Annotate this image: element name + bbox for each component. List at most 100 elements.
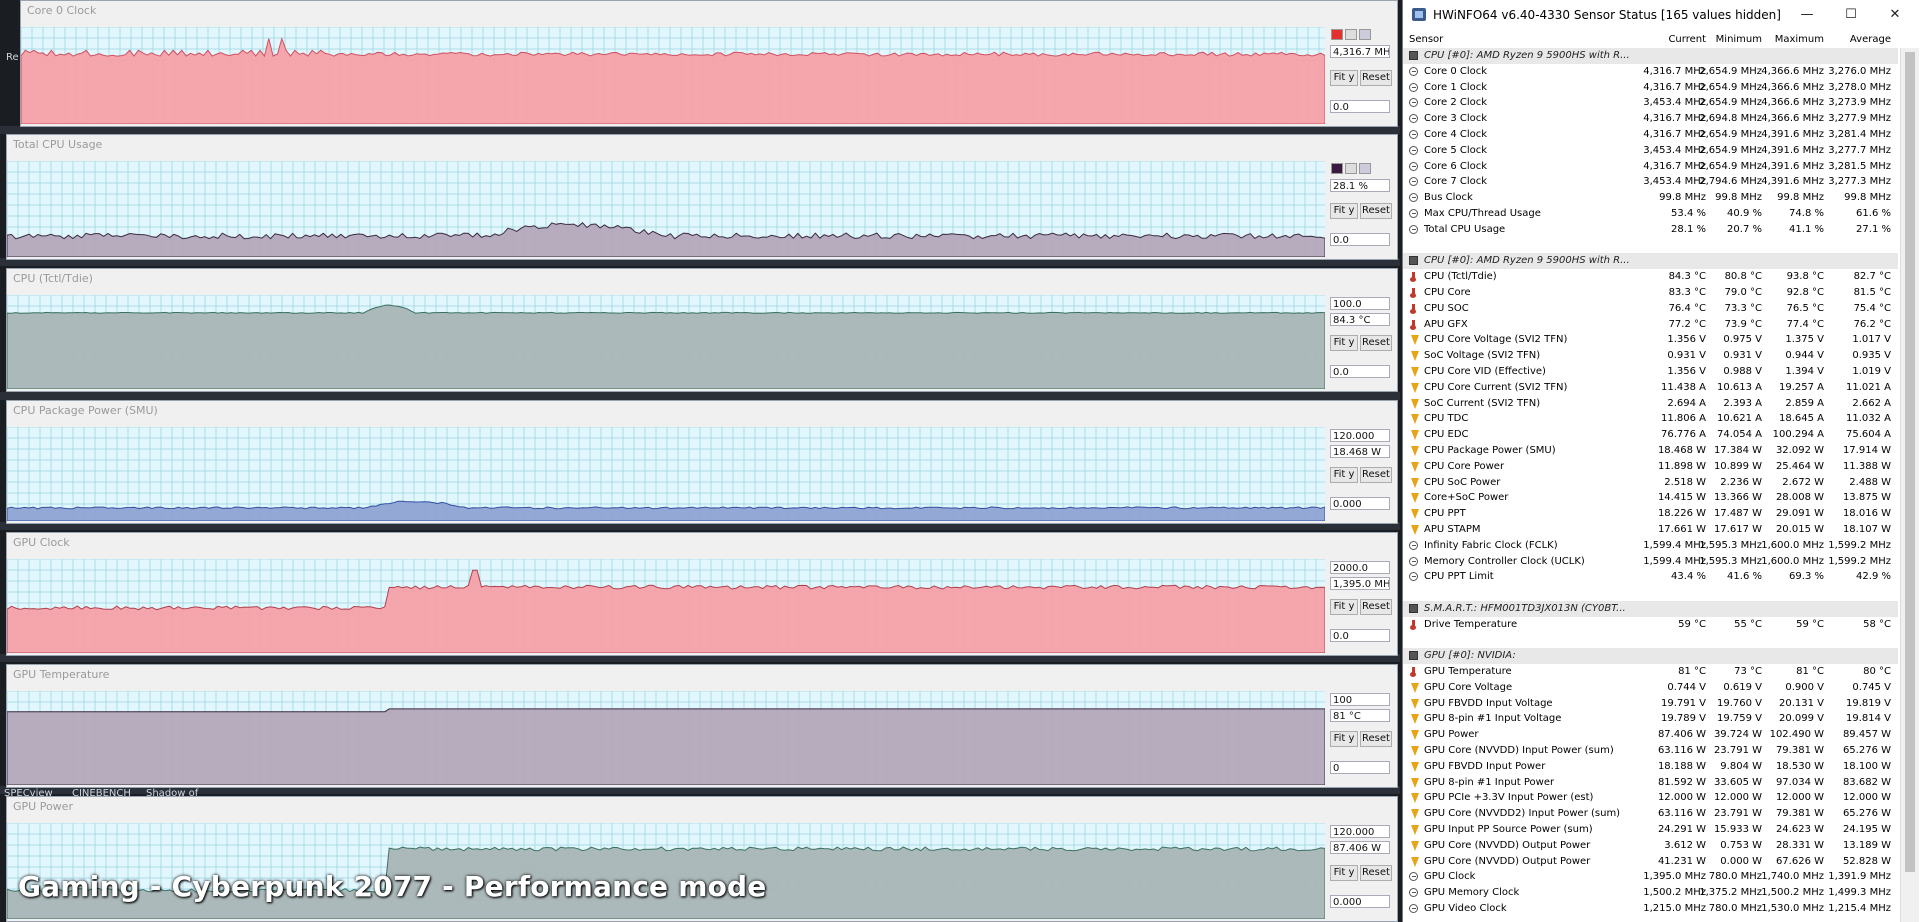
graph-window[interactable]: CPU (Tctl/Tdie) 100.0 84.3 °C Fit y Reset 0.0 — [6, 268, 1398, 392]
graph-min-value[interactable]: 0 — [1330, 761, 1390, 774]
color-swatches[interactable] — [1331, 163, 1389, 176]
fit-y-button[interactable]: Fit y — [1330, 335, 1358, 351]
graph-window[interactable]: Total CPU Usage 28.1 % Fit y Reset 0.0 — [6, 134, 1398, 260]
fit-y-button[interactable]: Fit y — [1330, 70, 1358, 86]
sensor-row[interactable]: GPU Memory Clock 1,500.2 MHz 1,375.2 MHz 1,… — [1403, 885, 1898, 901]
graph-max-value[interactable]: 120.000 — [1330, 429, 1390, 442]
sensor-row[interactable]: APU STAPM 17.661 W 17.617 W 20.015 W 18.107 … — [1403, 522, 1898, 538]
color-swatch[interactable] — [1359, 163, 1371, 174]
fit-y-button[interactable]: Fit y — [1330, 865, 1358, 881]
column-header-maximum[interactable]: Maximum — [1775, 34, 1824, 45]
title-bar[interactable]: HWiNFO64 v6.40-4330 Sensor Status [165 v… — [1403, 0, 1920, 30]
graph-window[interactable]: GPU Temperature 100 81 °C Fit y Reset 0 — [6, 664, 1398, 788]
sensor-row[interactable]: GPU Clock 1,395.0 MHz 780.0 MHz 1,740.0 MHz… — [1403, 869, 1898, 885]
column-header-current[interactable]: Current — [1668, 34, 1706, 45]
sensor-row[interactable]: GPU Input PP Source Power (sum) 24.291 W 1… — [1403, 822, 1898, 838]
column-header-average[interactable]: Average — [1850, 34, 1891, 45]
graph-max-value[interactable]: 100 — [1330, 693, 1390, 706]
sensor-row[interactable]: Max CPU/Thread Usage 53.4 % 40.9 % 74.8 % 61… — [1403, 206, 1898, 222]
sensor-row[interactable]: CPU PPT Limit 43.4 % 41.6 % 69.3 % 42.9 % — [1403, 569, 1898, 585]
sensor-row[interactable]: Core 1 Clock 4,316.7 MHz 2,654.9 MHz 4,366.… — [1403, 80, 1898, 96]
sensor-row[interactable]: Core 0 Clock 4,316.7 MHz 2,654.9 MHz 4,366.… — [1403, 64, 1898, 80]
sensor-row[interactable]: Drive Temperature 59 °C 55 °C 59 °C 58 °C — [1403, 617, 1898, 633]
sensor-row[interactable]: CPU Core Current (SVI2 TFN) 11.438 A 10.61… — [1403, 380, 1898, 396]
graph-min-value[interactable]: 0.000 — [1330, 497, 1390, 510]
vertical-scrollbar[interactable] — [1900, 48, 1919, 922]
sensor-row[interactable]: CPU Core VID (Effective) 1.356 V 0.988 V 1.… — [1403, 364, 1898, 380]
close-button[interactable]: ✕ — [1877, 4, 1913, 26]
color-swatch[interactable] — [1345, 163, 1357, 174]
column-header-sensor[interactable]: Sensor — [1409, 34, 1443, 45]
fit-y-button[interactable]: Fit y — [1330, 731, 1358, 747]
reset-button[interactable]: Reset — [1360, 203, 1392, 219]
reset-button[interactable]: Reset — [1360, 865, 1392, 881]
sensor-row[interactable]: GPU FBVDD Input Power 18.188 W 9.804 W 18.5… — [1403, 759, 1898, 775]
sensor-row[interactable]: SoC Current (SVI2 TFN) 2.694 A 2.393 A 2.85… — [1403, 396, 1898, 412]
sensor-row[interactable]: GPU FBVDD Input Voltage 19.791 V 19.760 V 2… — [1403, 696, 1898, 712]
graph-min-value[interactable]: 0.0 — [1330, 233, 1390, 246]
sensor-row[interactable]: Total CPU Usage 28.1 % 20.7 % 41.1 % 27.1 % — [1403, 222, 1898, 238]
color-swatch[interactable] — [1331, 163, 1343, 174]
graph-max-value[interactable]: 2000.0 — [1330, 561, 1390, 574]
sensor-row[interactable]: Memory Controller Clock (UCLK) 1,599.4 MH… — [1403, 554, 1898, 570]
sensor-row[interactable]: GPU Temperature 81 °C 73 °C 81 °C 80 °C — [1403, 664, 1898, 680]
sensor-row[interactable]: Core 4 Clock 4,316.7 MHz 2,654.9 MHz 4,391.… — [1403, 127, 1898, 143]
sensor-row[interactable]: GPU Core Voltage 0.744 V 0.619 V 0.900 V 0.7… — [1403, 680, 1898, 696]
graph-max-value[interactable]: 120.000 — [1330, 825, 1390, 838]
reset-button[interactable]: Reset — [1360, 70, 1392, 86]
sensor-row[interactable]: Core+SoC Power 14.415 W 13.366 W 28.008 W 13… — [1403, 490, 1898, 506]
minimize-button[interactable]: — — [1789, 4, 1825, 26]
sensor-row[interactable]: GPU Core (NVVDD) Input Power (sum) 63.116… — [1403, 743, 1898, 759]
graph-window[interactable]: Core 0 Clock 4,316.7 MHz Fit y Reset 0.0 — [20, 0, 1398, 127]
sensor-row[interactable]: SoC Voltage (SVI2 TFN) 0.931 V 0.931 V 0.94… — [1403, 348, 1898, 364]
sensor-row[interactable]: GPU Power 87.406 W 39.724 W 102.490 W 89.457… — [1403, 727, 1898, 743]
graph-window[interactable]: GPU Clock 2000.0 1,395.0 MHz Fit y Reset 0.0 — [6, 532, 1398, 656]
sensor-row[interactable]: CPU EDC 76.776 A 74.054 A 100.294 A 75.604 A — [1403, 427, 1898, 443]
sensor-group-header[interactable]: CPU [#0]: AMD Ryzen 9 5900HS with R... — [1403, 253, 1898, 270]
reset-button[interactable]: Reset — [1360, 599, 1392, 615]
fit-y-button[interactable]: Fit y — [1330, 203, 1358, 219]
graph-max-value[interactable]: 100.0 — [1330, 297, 1390, 310]
sensor-row[interactable]: Bus Clock 99.8 MHz 99.8 MHz 99.8 MHz 99.8 MH… — [1403, 190, 1898, 206]
color-swatch[interactable] — [1359, 29, 1371, 40]
color-swatches[interactable] — [1331, 29, 1389, 42]
column-header-minimum[interactable]: Minimum — [1716, 34, 1762, 45]
reset-button[interactable]: Reset — [1360, 335, 1392, 351]
sensor-row[interactable]: GPU Core (NVVDD) Output Power 3.612 W 0.75… — [1403, 838, 1898, 854]
maximize-button[interactable]: ☐ — [1833, 4, 1869, 26]
sensor-row[interactable]: Core 6 Clock 4,316.7 MHz 2,654.9 MHz 4,391.… — [1403, 159, 1898, 175]
sensor-row[interactable]: CPU Package Power (SMU) 18.468 W 17.384 W 3… — [1403, 443, 1898, 459]
sensor-row[interactable]: Infinity Fabric Clock (FCLK) 1,599.4 MHz 1… — [1403, 538, 1898, 554]
reset-button[interactable]: Reset — [1360, 731, 1392, 747]
sensor-row[interactable]: GPU Video Clock 1,215.0 MHz 780.0 MHz 1,530… — [1403, 901, 1898, 917]
graph-min-value[interactable]: 0.0 — [1330, 365, 1390, 378]
sensor-row[interactable]: Core 3 Clock 4,316.7 MHz 2,694.8 MHz 4,366.… — [1403, 111, 1898, 127]
sensor-row[interactable]: CPU Core Power 11.898 W 10.899 W 25.464 W 11… — [1403, 459, 1898, 475]
sensor-row[interactable]: GPU 8-pin #1 Input Power 81.592 W 33.605 W… — [1403, 775, 1898, 791]
sensor-row[interactable]: GPU 8-pin #1 Input Voltage 19.789 V 19.759… — [1403, 711, 1898, 727]
sensor-row[interactable]: CPU PPT 18.226 W 17.487 W 29.091 W 18.016 W — [1403, 506, 1898, 522]
color-swatch[interactable] — [1331, 29, 1343, 40]
sensor-group-header[interactable]: GPU [#0]: NVIDIA: — [1403, 648, 1898, 665]
sensor-row[interactable]: APU GFX 77.2 °C 73.9 °C 77.4 °C 76.2 °C — [1403, 317, 1898, 333]
graph-window[interactable]: CPU Package Power (SMU) 120.000 18.468 W Fi… — [6, 400, 1398, 524]
sensor-row[interactable]: CPU Core 83.3 °C 79.0 °C 92.8 °C 81.5 °C — [1403, 285, 1898, 301]
sensor-row[interactable]: Core 7 Clock 3,453.4 MHz 2,794.6 MHz 4,391.… — [1403, 174, 1898, 190]
sensor-group-header[interactable]: CPU [#0]: AMD Ryzen 9 5900HS with R... — [1403, 48, 1898, 64]
reset-button[interactable]: Reset — [1360, 467, 1392, 483]
sensor-row[interactable]: Core 5 Clock 3,453.4 MHz 2,654.9 MHz 4,391.… — [1403, 143, 1898, 159]
fit-y-button[interactable]: Fit y — [1330, 467, 1358, 483]
sensor-row[interactable]: CPU TDC 11.806 A 10.621 A 18.645 A 11.032 A — [1403, 411, 1898, 427]
scrollbar-thumb[interactable] — [1905, 52, 1915, 872]
fit-y-button[interactable]: Fit y — [1330, 599, 1358, 615]
color-swatch[interactable] — [1345, 29, 1357, 40]
sensor-row[interactable]: GPU PCIe +3.3V Input Power (est) 12.000 W… — [1403, 790, 1898, 806]
graph-window[interactable]: GPU Power 120.000 87.406 W Fit y Reset 0.000 — [6, 796, 1398, 922]
graph-min-value[interactable]: 0.0 — [1330, 100, 1390, 113]
sensor-row[interactable]: Core 2 Clock 3,453.4 MHz 2,654.9 MHz 4,366.… — [1403, 95, 1898, 111]
graph-min-value[interactable]: 0.0 — [1330, 629, 1390, 642]
graph-min-value[interactable]: 0.000 — [1330, 895, 1390, 908]
sensor-row[interactable]: CPU Core Voltage (SVI2 TFN) 1.356 V 0.975 … — [1403, 332, 1898, 348]
sensor-row[interactable]: CPU SOC 76.4 °C 73.3 °C 76.5 °C 75.4 °C — [1403, 301, 1898, 317]
sensor-row[interactable]: GPU Core (NVVDD2) Input Power (sum) 63.11… — [1403, 806, 1898, 822]
